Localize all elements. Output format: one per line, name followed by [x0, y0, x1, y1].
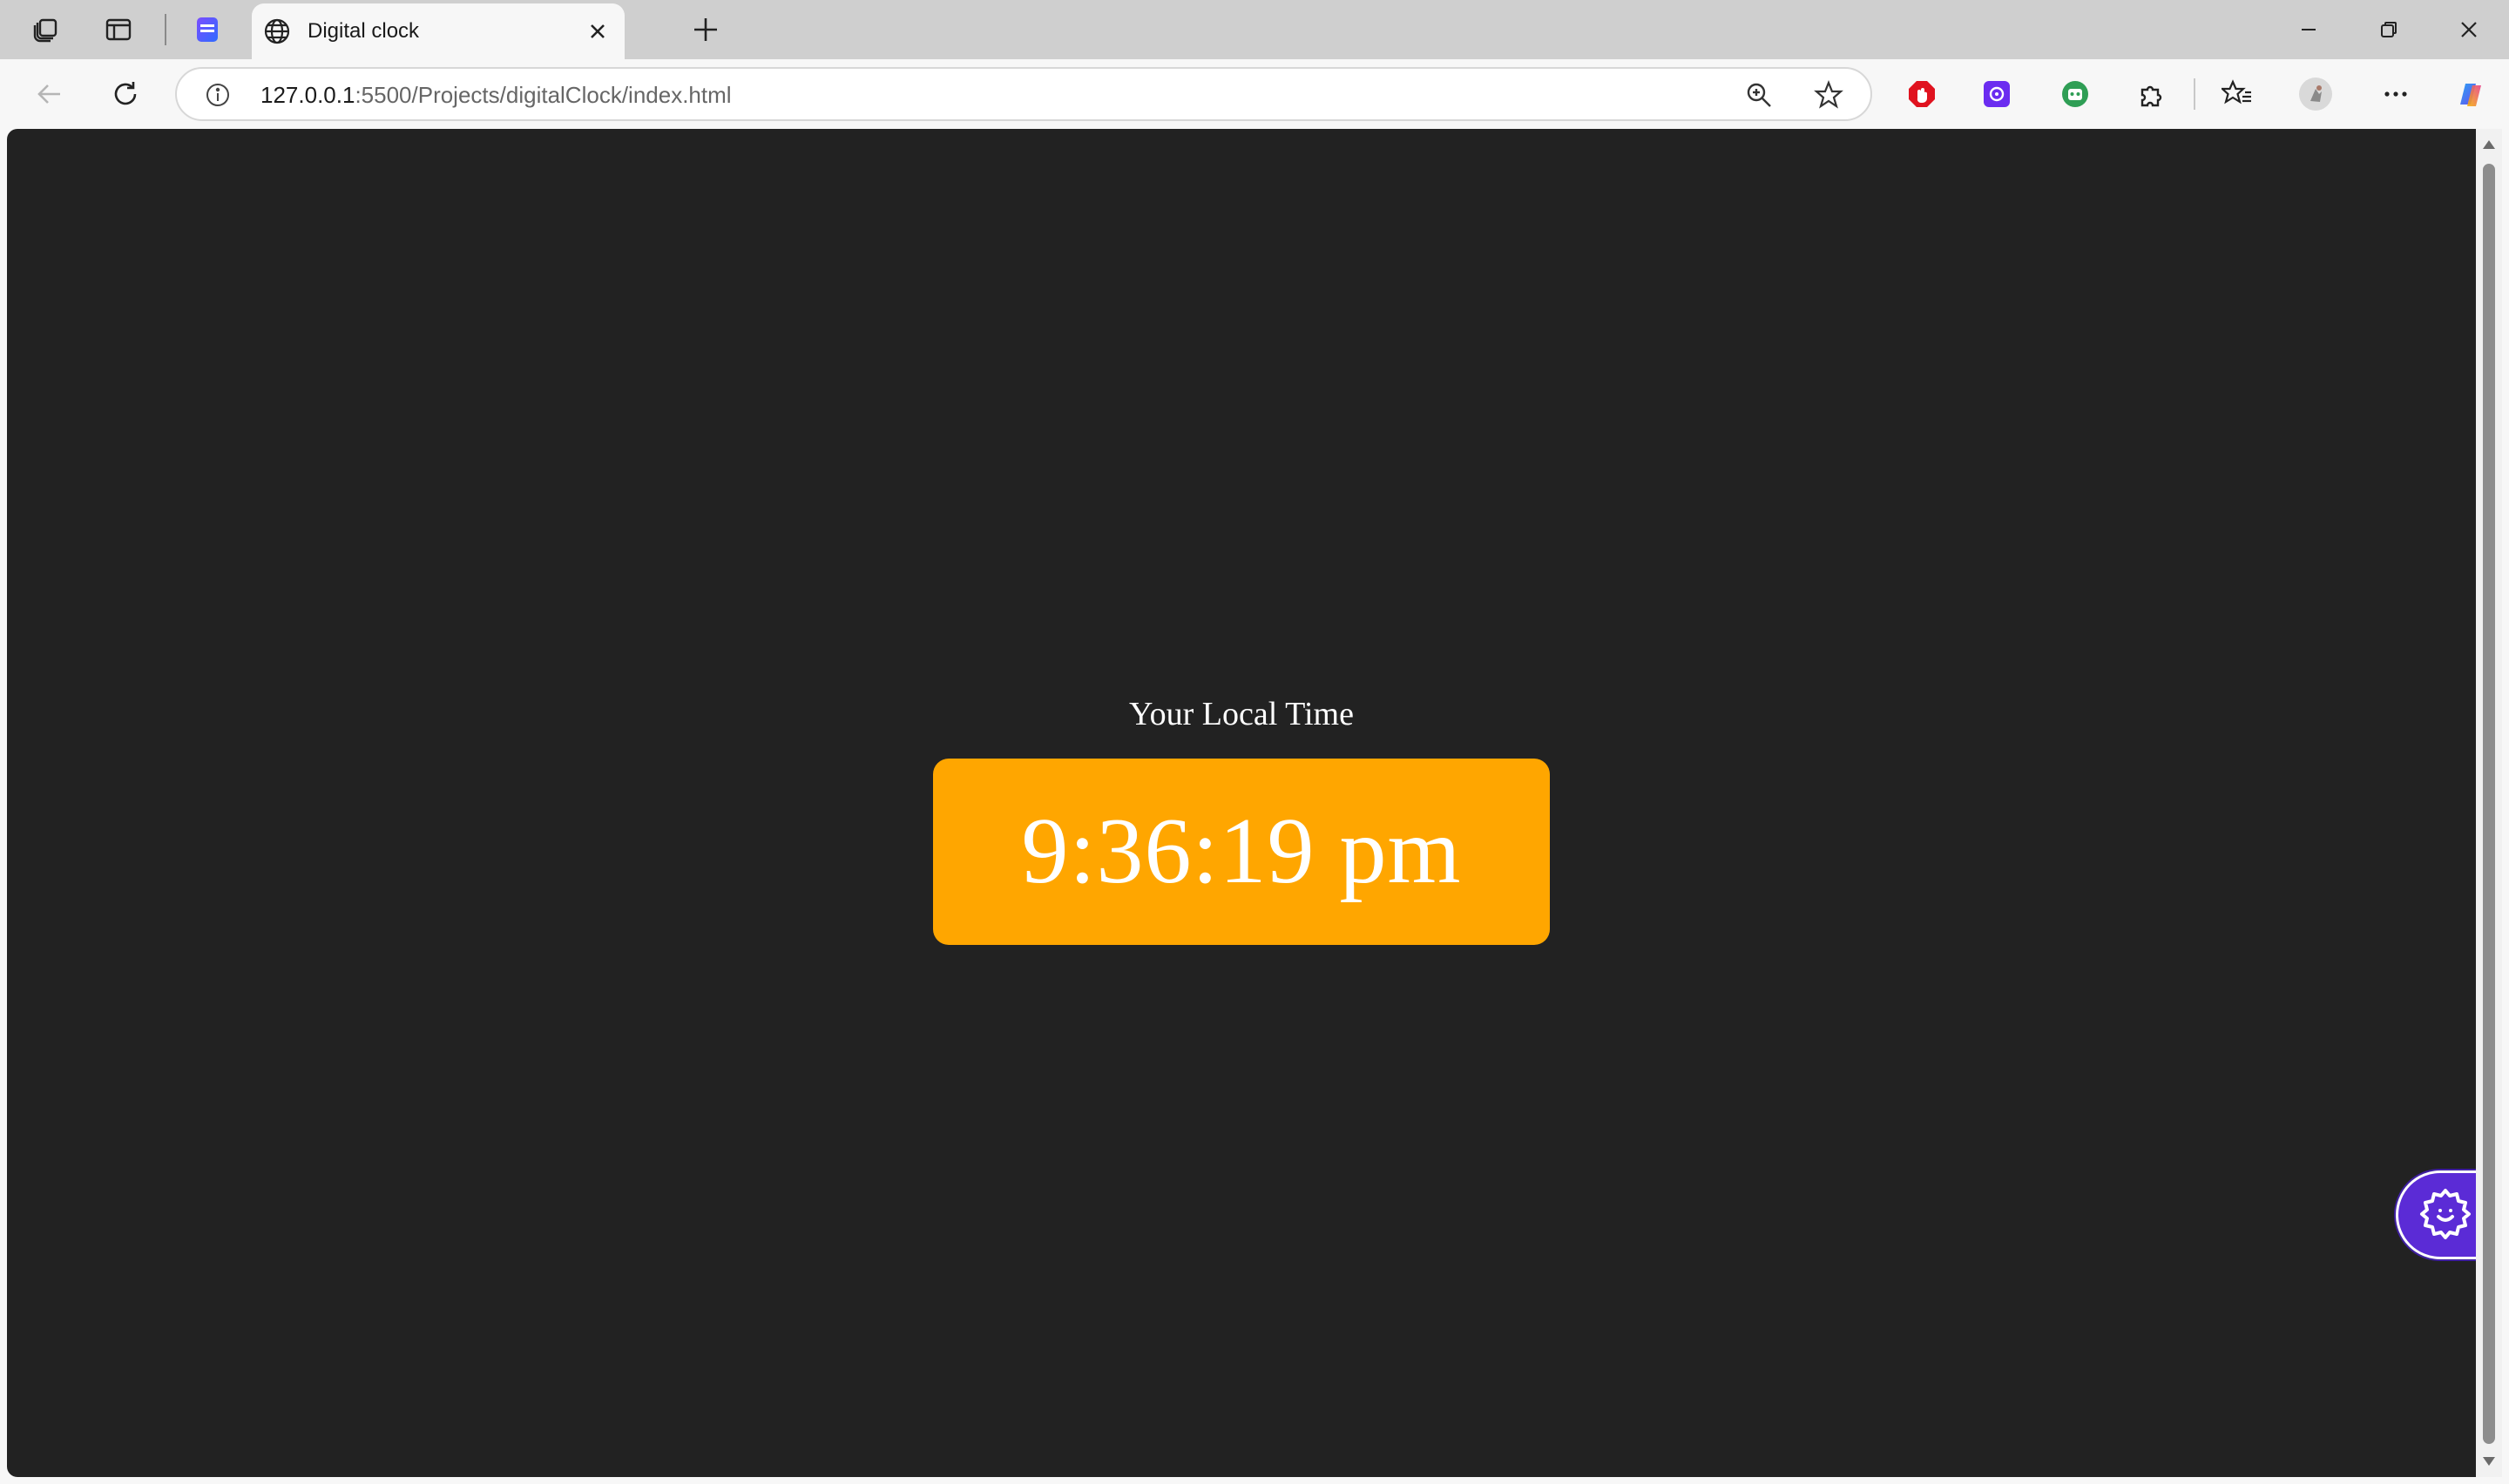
- pinned-tab-icon[interactable]: [190, 12, 225, 47]
- clock-heading: Your Local Time: [1129, 696, 1354, 732]
- address-bar[interactable]: 127.0.0.1:5500/Projects/digitalClock/ind…: [175, 67, 1872, 121]
- vertical-tabs-icon[interactable]: [101, 12, 136, 47]
- close-window-button[interactable]: [2450, 10, 2488, 49]
- tab-strip-divider: [165, 14, 166, 45]
- floating-extension-button[interactable]: [2396, 1170, 2476, 1259]
- tab-strip: Digital clock: [0, 0, 2509, 59]
- gear-smile-icon: [2418, 1185, 2473, 1245]
- scrollbar-thumb[interactable]: [2483, 164, 2495, 1444]
- profile-avatar[interactable]: [2296, 75, 2335, 113]
- purple-extension-icon[interactable]: [1978, 75, 2016, 113]
- browser-toolbar: 127.0.0.1:5500/Projects/digitalClock/ind…: [0, 59, 2509, 129]
- more-menu-icon[interactable]: [2377, 75, 2415, 113]
- tab-title: Digital clock: [308, 19, 420, 43]
- toolbar-divider: [2194, 78, 2195, 110]
- close-tab-icon[interactable]: [585, 18, 611, 44]
- globe-icon: [262, 17, 292, 46]
- page-viewport: Your Local Time 9:36:19 pm: [7, 129, 2476, 1477]
- tab-digital-clock[interactable]: Digital clock: [252, 3, 625, 59]
- clock-time: 9:36:19 pm: [1021, 799, 1462, 903]
- restore-button[interactable]: [2370, 10, 2408, 49]
- zoom-icon[interactable]: [1743, 79, 1775, 111]
- url-text[interactable]: 127.0.0.1:5500/Projects/digitalClock/ind…: [260, 81, 732, 109]
- minimize-button[interactable]: [2289, 10, 2328, 49]
- refresh-button[interactable]: [106, 75, 145, 113]
- url-host: 127.0.0.1: [260, 82, 355, 108]
- scroll-down-arrow-icon[interactable]: [2476, 1451, 2502, 1472]
- favorite-star-icon[interactable]: [1813, 79, 1844, 111]
- clock-display: 9:36:19 pm: [933, 759, 1550, 945]
- back-button[interactable]: [30, 75, 68, 113]
- new-tab-button[interactable]: [688, 12, 723, 47]
- green-robot-extension-icon[interactable]: [2056, 75, 2094, 113]
- url-path: :5500/Projects/digitalClock/index.html: [355, 82, 732, 108]
- page-scrollbar[interactable]: [2476, 129, 2502, 1477]
- workspaces-icon[interactable]: [28, 12, 63, 47]
- copilot-icon[interactable]: [2452, 75, 2490, 113]
- puzzle-extensions-icon[interactable]: [2133, 75, 2171, 113]
- adblock-icon[interactable]: [1903, 75, 1941, 113]
- favorites-icon[interactable]: [2218, 75, 2256, 113]
- site-info-icon[interactable]: [203, 80, 233, 110]
- scroll-up-arrow-icon[interactable]: [2476, 134, 2502, 155]
